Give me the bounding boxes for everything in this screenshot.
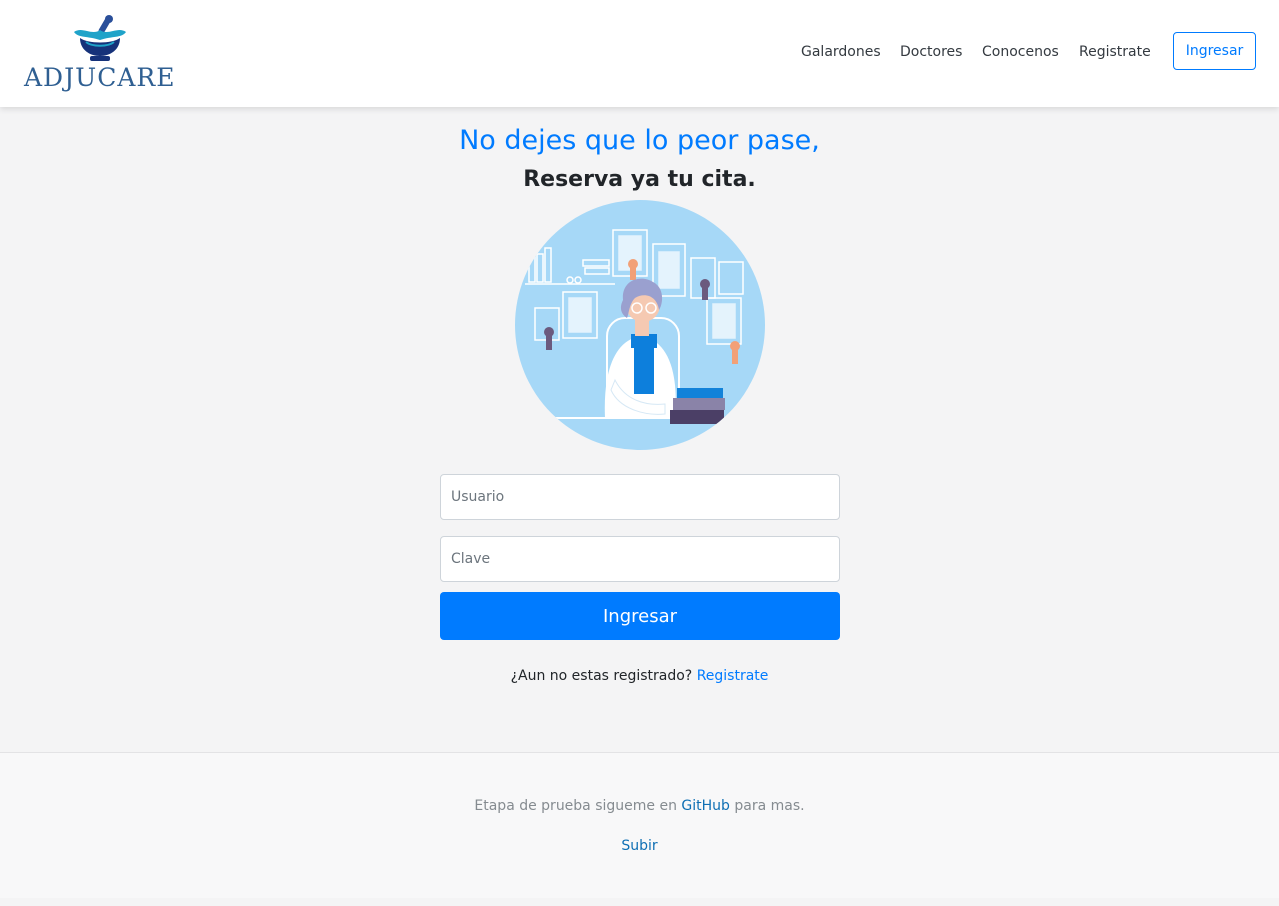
- back-to-top: Subir: [0, 835, 1279, 857]
- footer-text-after: para mas.: [734, 798, 805, 814]
- register-link[interactable]: Registrate: [697, 668, 769, 684]
- hero-subtitle: Reserva ya tu cita.: [523, 167, 756, 192]
- github-link[interactable]: GitHub: [681, 798, 730, 814]
- nav-link-doctores[interactable]: Doctores: [900, 40, 962, 64]
- mortar-pestle-icon: [74, 15, 126, 61]
- footer-text: Etapa de prueba sigueme en GitHub para m…: [0, 795, 1279, 817]
- navbar: ADJUCARE Galardones Doctores Conocenos R…: [0, 0, 1279, 107]
- doctor-illustration-icon: [515, 200, 765, 450]
- nav-link-registrate[interactable]: Registrate: [1079, 40, 1151, 64]
- hero-title: No dejes que lo peor pase,: [459, 125, 820, 156]
- nav-link-galardones[interactable]: Galardones: [801, 40, 881, 64]
- nav-login-button[interactable]: Ingresar: [1173, 32, 1256, 70]
- nav-link-conocenos[interactable]: Conocenos: [982, 40, 1059, 64]
- brand-name: ADJUCARE: [24, 63, 176, 92]
- username-field[interactable]: [440, 474, 840, 520]
- register-prompt-text: ¿Aun no estas registrado?: [510, 668, 693, 684]
- register-prompt: ¿Aun no estas registrado? Registrate: [0, 665, 1279, 687]
- back-to-top-link[interactable]: Subir: [621, 838, 657, 854]
- footer: Etapa de prueba sigueme en GitHub para m…: [0, 752, 1279, 898]
- footer-text-before: Etapa de prueba sigueme en: [474, 798, 677, 814]
- login-submit-button[interactable]: Ingresar: [440, 592, 840, 640]
- brand-logo[interactable]: ADJUCARE: [24, 14, 176, 94]
- password-field[interactable]: [440, 536, 840, 582]
